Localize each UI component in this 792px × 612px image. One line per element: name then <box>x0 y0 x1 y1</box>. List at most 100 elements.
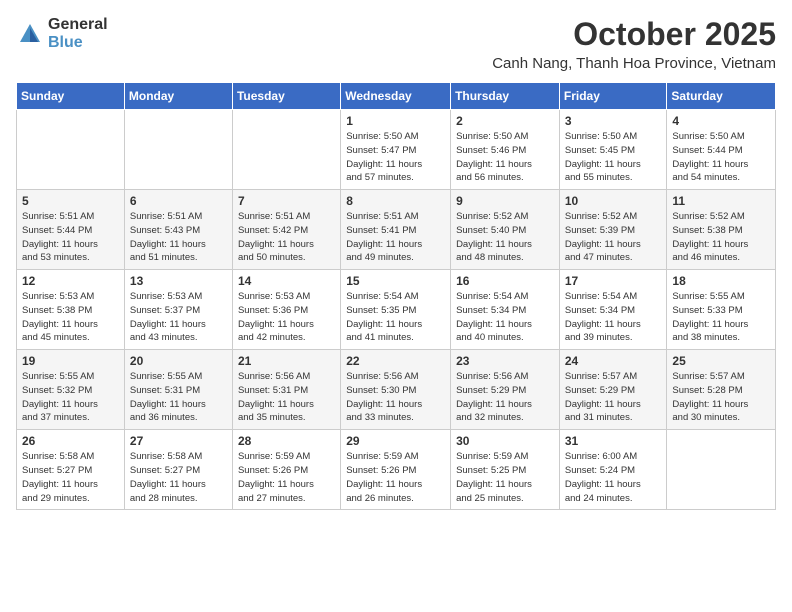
calendar-cell: 23 Sunrise: 5:56 AM Sunset: 5:29 PM Dayli… <box>451 350 560 430</box>
day-info: Sunrise: 5:50 AM Sunset: 5:44 PM Dayligh… <box>672 130 770 185</box>
calendar-cell: 12Sunrise: 5:53 AM Sunset: 5:38 PM Dayli… <box>17 270 125 350</box>
calendar-cell: 29 Sunrise: 5:59 AM Sunset: 5:26 PM Dayli… <box>341 430 451 510</box>
weekday-header-tuesday: Tuesday <box>232 83 340 110</box>
calendar-cell <box>667 430 776 510</box>
day-number: 25 <box>672 354 770 368</box>
day-number: 21 <box>238 354 335 368</box>
calendar-cell <box>232 110 340 190</box>
calendar-cell <box>17 110 125 190</box>
day-info: Sunrise: 5:56 AM Sunset: 5:31 PM Dayligh… <box>238 370 335 425</box>
week-row-2: 5 Sunrise: 5:51 AM Sunset: 5:44 PM Daylig… <box>17 190 776 270</box>
day-info: Sunrise: 5:54 AM Sunset: 5:34 PM Dayligh… <box>565 290 662 345</box>
page-header: General Blue October 2025 Canh Nang, Tha… <box>16 16 776 72</box>
calendar-cell: 31Sunrise: 6:00 AM Sunset: 5:24 PM Dayli… <box>559 430 667 510</box>
calendar-cell: 14Sunrise: 5:53 AM Sunset: 5:36 PM Dayli… <box>232 270 340 350</box>
calendar-cell: 16 Sunrise: 5:54 AM Sunset: 5:34 PM Dayli… <box>451 270 560 350</box>
day-info: Sunrise: 5:55 AM Sunset: 5:31 PM Dayligh… <box>130 370 227 425</box>
calendar-cell: 30 Sunrise: 5:59 AM Sunset: 5:25 PM Dayli… <box>451 430 560 510</box>
calendar-cell: 17 Sunrise: 5:54 AM Sunset: 5:34 PM Dayli… <box>559 270 667 350</box>
day-number: 13 <box>130 274 227 288</box>
calendar-cell: 5 Sunrise: 5:51 AM Sunset: 5:44 PM Daylig… <box>17 190 125 270</box>
calendar-cell: 6 Sunrise: 5:51 AM Sunset: 5:43 PM Daylig… <box>124 190 232 270</box>
calendar-cell: 8 Sunrise: 5:51 AM Sunset: 5:41 PM Daylig… <box>341 190 451 270</box>
day-info: Sunrise: 5:55 AM Sunset: 5:32 PM Dayligh… <box>22 370 119 425</box>
calendar-cell: 3 Sunrise: 5:50 AM Sunset: 5:45 PM Daylig… <box>559 110 667 190</box>
location-title: Canh Nang, Thanh Hoa Province, Vietnam <box>492 55 776 72</box>
day-number: 18 <box>672 274 770 288</box>
day-number: 3 <box>565 114 662 128</box>
calendar-cell: 11 Sunrise: 5:52 AM Sunset: 5:38 PM Dayli… <box>667 190 776 270</box>
calendar-cell: 20 Sunrise: 5:55 AM Sunset: 5:31 PM Dayli… <box>124 350 232 430</box>
day-info: Sunrise: 5:54 AM Sunset: 5:35 PM Dayligh… <box>346 290 445 345</box>
calendar-cell: 7 Sunrise: 5:51 AM Sunset: 5:42 PM Daylig… <box>232 190 340 270</box>
day-number: 2 <box>456 114 554 128</box>
logo: General Blue <box>16 16 108 51</box>
calendar-cell: 2 Sunrise: 5:50 AM Sunset: 5:46 PM Daylig… <box>451 110 560 190</box>
day-info: Sunrise: 5:58 AM Sunset: 5:27 PM Dayligh… <box>130 450 227 505</box>
calendar-cell: 25Sunrise: 5:57 AM Sunset: 5:28 PM Dayli… <box>667 350 776 430</box>
week-row-5: 26 Sunrise: 5:58 AM Sunset: 5:27 PM Dayli… <box>17 430 776 510</box>
month-title: October 2025 <box>492 16 776 53</box>
day-info: Sunrise: 5:53 AM Sunset: 5:36 PM Dayligh… <box>238 290 335 345</box>
logo-general-text: General <box>48 16 108 34</box>
day-info: Sunrise: 5:51 AM Sunset: 5:43 PM Dayligh… <box>130 210 227 265</box>
day-number: 20 <box>130 354 227 368</box>
weekday-header-monday: Monday <box>124 83 232 110</box>
weekday-header-wednesday: Wednesday <box>341 83 451 110</box>
week-row-1: 1Sunrise: 5:50 AM Sunset: 5:47 PM Daylig… <box>17 110 776 190</box>
day-info: Sunrise: 5:56 AM Sunset: 5:29 PM Dayligh… <box>456 370 554 425</box>
day-number: 8 <box>346 194 445 208</box>
day-info: Sunrise: 5:51 AM Sunset: 5:41 PM Dayligh… <box>346 210 445 265</box>
day-info: Sunrise: 5:51 AM Sunset: 5:42 PM Dayligh… <box>238 210 335 265</box>
logo-icon <box>16 20 44 48</box>
day-info: Sunrise: 5:57 AM Sunset: 5:29 PM Dayligh… <box>565 370 662 425</box>
day-info: Sunrise: 5:59 AM Sunset: 5:26 PM Dayligh… <box>346 450 445 505</box>
weekday-header-sunday: Sunday <box>17 83 125 110</box>
weekday-header-saturday: Saturday <box>667 83 776 110</box>
day-info: Sunrise: 5:53 AM Sunset: 5:37 PM Dayligh… <box>130 290 227 345</box>
calendar-table: SundayMondayTuesdayWednesdayThursdayFrid… <box>16 82 776 510</box>
day-number: 5 <box>22 194 119 208</box>
day-info: Sunrise: 5:53 AM Sunset: 5:38 PM Dayligh… <box>22 290 119 345</box>
day-info: Sunrise: 5:50 AM Sunset: 5:46 PM Dayligh… <box>456 130 554 185</box>
day-number: 23 <box>456 354 554 368</box>
day-number: 9 <box>456 194 554 208</box>
day-number: 6 <box>130 194 227 208</box>
day-number: 11 <box>672 194 770 208</box>
calendar-cell: 19Sunrise: 5:55 AM Sunset: 5:32 PM Dayli… <box>17 350 125 430</box>
day-info: Sunrise: 5:54 AM Sunset: 5:34 PM Dayligh… <box>456 290 554 345</box>
calendar-cell: 18Sunrise: 5:55 AM Sunset: 5:33 PM Dayli… <box>667 270 776 350</box>
day-info: Sunrise: 5:51 AM Sunset: 5:44 PM Dayligh… <box>22 210 119 265</box>
day-number: 16 <box>456 274 554 288</box>
calendar-cell <box>124 110 232 190</box>
calendar-cell: 26Sunrise: 5:58 AM Sunset: 5:27 PM Dayli… <box>17 430 125 510</box>
week-row-3: 12Sunrise: 5:53 AM Sunset: 5:38 PM Dayli… <box>17 270 776 350</box>
calendar-cell: 28 Sunrise: 5:59 AM Sunset: 5:26 PM Dayli… <box>232 430 340 510</box>
day-info: Sunrise: 5:59 AM Sunset: 5:25 PM Dayligh… <box>456 450 554 505</box>
day-number: 29 <box>346 434 445 448</box>
weekday-header-row: SundayMondayTuesdayWednesdayThursdayFrid… <box>17 83 776 110</box>
calendar-cell: 22Sunrise: 5:56 AM Sunset: 5:30 PM Dayli… <box>341 350 451 430</box>
day-number: 26 <box>22 434 119 448</box>
day-info: Sunrise: 5:52 AM Sunset: 5:39 PM Dayligh… <box>565 210 662 265</box>
calendar-cell: 9 Sunrise: 5:52 AM Sunset: 5:40 PM Daylig… <box>451 190 560 270</box>
calendar-cell: 10 Sunrise: 5:52 AM Sunset: 5:39 PM Dayli… <box>559 190 667 270</box>
day-info: Sunrise: 5:50 AM Sunset: 5:45 PM Dayligh… <box>565 130 662 185</box>
day-info: Sunrise: 5:52 AM Sunset: 5:40 PM Dayligh… <box>456 210 554 265</box>
day-number: 30 <box>456 434 554 448</box>
day-number: 28 <box>238 434 335 448</box>
day-info: Sunrise: 5:59 AM Sunset: 5:26 PM Dayligh… <box>238 450 335 505</box>
day-number: 10 <box>565 194 662 208</box>
day-info: Sunrise: 5:56 AM Sunset: 5:30 PM Dayligh… <box>346 370 445 425</box>
calendar-cell: 13 Sunrise: 5:53 AM Sunset: 5:37 PM Dayli… <box>124 270 232 350</box>
logo-blue-text: Blue <box>48 34 108 52</box>
calendar-cell: 27Sunrise: 5:58 AM Sunset: 5:27 PM Dayli… <box>124 430 232 510</box>
day-number: 7 <box>238 194 335 208</box>
calendar-cell: 24Sunrise: 5:57 AM Sunset: 5:29 PM Dayli… <box>559 350 667 430</box>
day-number: 1 <box>346 114 445 128</box>
day-number: 17 <box>565 274 662 288</box>
day-info: Sunrise: 6:00 AM Sunset: 5:24 PM Dayligh… <box>565 450 662 505</box>
day-info: Sunrise: 5:52 AM Sunset: 5:38 PM Dayligh… <box>672 210 770 265</box>
week-row-4: 19Sunrise: 5:55 AM Sunset: 5:32 PM Dayli… <box>17 350 776 430</box>
title-block: October 2025 Canh Nang, Thanh Hoa Provin… <box>492 16 776 72</box>
